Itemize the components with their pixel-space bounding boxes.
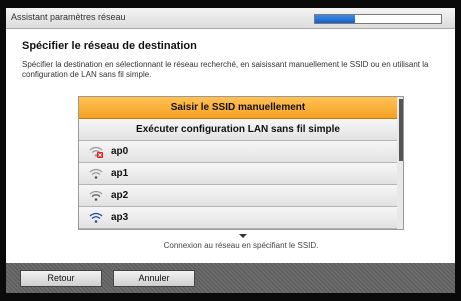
- list-item-label: ap1: [111, 168, 129, 179]
- scroll-down-arrow-icon[interactable]: [239, 234, 247, 238]
- back-button[interactable]: Retour: [20, 270, 102, 287]
- list-item-ap0[interactable]: ap0: [79, 141, 397, 163]
- scrollbar-thumb[interactable]: [399, 99, 403, 161]
- list-item-ap2[interactable]: ap2: [79, 185, 397, 207]
- wifi-icon: [89, 190, 103, 201]
- list-item-easy-wireless-setup[interactable]: Exécuter configuration LAN sans fil simp…: [79, 119, 397, 141]
- wizard-progress-fill: [315, 15, 356, 23]
- wifi-locked-icon: [89, 146, 103, 158]
- wizard-progress-bar: [314, 14, 442, 24]
- page-description: Spécifier la destination en sélectionnan…: [22, 60, 429, 79]
- list-item-label: ap3: [111, 212, 129, 223]
- page-title: Spécifier le réseau de destination: [22, 40, 197, 52]
- list-item-label: ap2: [111, 190, 129, 201]
- list-item-label: Exécuter configuration LAN sans fil simp…: [136, 124, 340, 135]
- network-list: Saisir le SSID manuellement Exécuter con…: [78, 96, 404, 230]
- title-bar: Assistant paramètres réseau: [6, 8, 455, 29]
- wifi-icon: [89, 212, 103, 223]
- selection-hint: Connexion au réseau en spécifiant le SSI…: [163, 241, 319, 250]
- network-wizard-screen: Assistant paramètres réseau Spécifier le…: [6, 8, 455, 293]
- list-scrollbar[interactable]: [397, 97, 403, 229]
- bottom-button-bar: Retour Annuler: [6, 263, 455, 293]
- list-item-ap1[interactable]: ap1: [79, 163, 397, 185]
- list-item-ap3[interactable]: ap3: [79, 207, 397, 229]
- list-item-enter-ssid-manually[interactable]: Saisir le SSID manuellement: [79, 97, 397, 119]
- cancel-button[interactable]: Annuler: [113, 270, 195, 287]
- wifi-icon: [89, 168, 103, 179]
- list-item-label: Saisir le SSID manuellement: [170, 102, 306, 113]
- window-title: Assistant paramètres réseau: [11, 12, 126, 22]
- list-item-label: ap0: [111, 146, 129, 157]
